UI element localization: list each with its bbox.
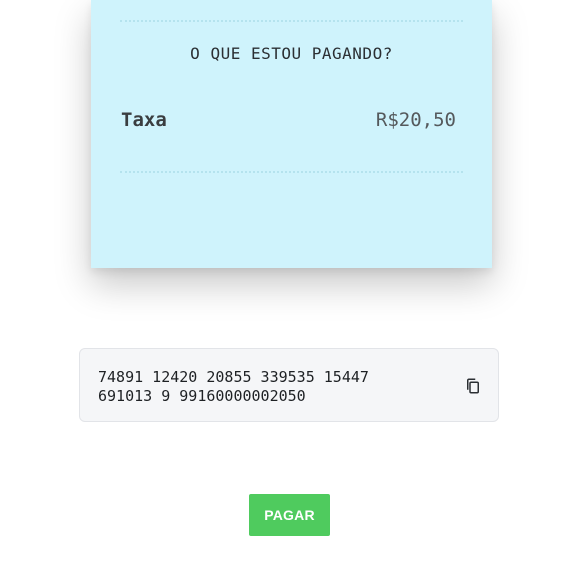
receipt-card: O QUE ESTOU PAGANDO? Taxa R$20,50 xyxy=(91,0,492,268)
pay-button[interactable]: PAGAR xyxy=(249,494,330,536)
item-value: R$20,50 xyxy=(375,109,456,131)
copy-button[interactable] xyxy=(462,375,484,397)
receipt-divider-top xyxy=(120,20,463,22)
barcode-number: 74891 12420 20855 339535 15447 691013 9 … xyxy=(98,368,369,405)
receipt-item-row: Taxa R$20,50 xyxy=(121,109,456,131)
item-label: Taxa xyxy=(121,109,167,131)
barcode-box: 74891 12420 20855 339535 15447 691013 9 … xyxy=(79,348,499,422)
receipt-divider-bottom xyxy=(120,171,463,173)
copy-icon xyxy=(467,378,479,394)
receipt-title: O QUE ESTOU PAGANDO? xyxy=(190,44,393,63)
payment-page: O QUE ESTOU PAGANDO? Taxa R$20,50 74891 … xyxy=(0,0,585,577)
